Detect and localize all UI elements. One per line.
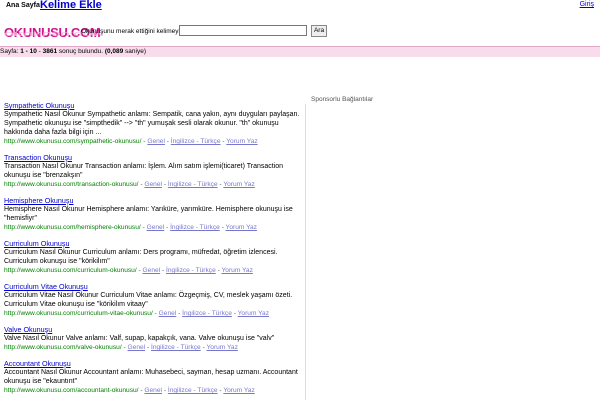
category-general-link[interactable]: Genel [143, 267, 161, 274]
page-prefix: Sayfa: [0, 48, 21, 55]
category-english-turkish-link[interactable]: İngilizce - Türkçe [182, 310, 232, 317]
result-meta: http://www.okunusu.com/curriculum-okunus… [4, 267, 253, 274]
search-button[interactable]: Ara [311, 25, 327, 37]
result-total: 3861 [42, 48, 58, 55]
category-english-turkish-link[interactable]: İngilizce - Türkçe [166, 267, 216, 274]
result-snippet: Valve Nasıl Okunur Valve anlamı: Valf, s… [4, 335, 275, 342]
result-snippet: Hemisphere Nasıl Okunur Hemisphere anlam… [4, 206, 293, 222]
result-title-link[interactable]: Curriculum Okunuşu [4, 239, 304, 248]
result-meta: http://www.okunusu.com/sympathetic-okunu… [4, 138, 258, 145]
result-item: Transaction Okunuşu Transaction Nasıl Ok… [4, 153, 304, 189]
result-title-link[interactable]: Valve Okunuşu [4, 325, 304, 334]
result-meta: http://www.okunusu.com/accountant-okunus… [4, 387, 255, 394]
result-url[interactable]: http://www.okunusu.com/curriculum-vitae-… [4, 310, 153, 317]
result-title-link[interactable]: Sympathetic Okunuşu [4, 101, 304, 110]
write-comment-link[interactable]: Yorum Yaz [226, 138, 257, 145]
login-link[interactable]: Giriş [580, 1, 594, 8]
sponsored-links-label: Sponsorlu Bağlantılar [311, 96, 374, 103]
result-url[interactable]: http://www.okunusu.com/curriculum-okunus… [4, 267, 137, 274]
result-snippet: Accountant Nasıl Okunur Accountant anlam… [4, 369, 298, 385]
site-logo[interactable]: OKUNUSU.COM OKUNUSU.COM [4, 26, 104, 44]
result-meta: http://www.okunusu.com/curriculum-vitae-… [4, 310, 270, 317]
result-item: Hemisphere Okunuşu Hemisphere Nasıl Okun… [4, 196, 304, 232]
result-meta: http://www.okunusu.com/transaction-okunu… [4, 181, 255, 188]
result-title-link[interactable]: Accountant Okunuşu [4, 359, 304, 368]
result-url[interactable]: http://www.okunusu.com/transaction-okunu… [4, 181, 139, 188]
result-meta: http://www.okunusu.com/hemisphere-okunus… [4, 224, 257, 231]
results-list: Sympathetic Okunuşu Sympathetic Nasıl Ok… [4, 101, 304, 402]
result-meta: http://www.okunusu.com/valve-okunusu/ - … [4, 344, 238, 351]
result-item: Accountant Okunuşu Accountant Nasıl Okun… [4, 359, 304, 395]
column-divider [305, 104, 306, 400]
category-english-turkish-link[interactable]: İngilizce - Türkçe [168, 181, 218, 188]
category-general-link[interactable]: Genel [147, 138, 165, 145]
result-snippet: Curriculum Nasıl Okunur Curriculum anlam… [4, 249, 278, 265]
write-comment-link[interactable]: Yorum Yaz [226, 224, 257, 231]
search-time: (0,089 [104, 48, 124, 55]
result-url[interactable]: http://www.okunusu.com/valve-okunusu/ [4, 344, 122, 351]
result-snippet: Sympathetic Nasıl Okunur Sympathetic anl… [4, 111, 300, 136]
result-title-link[interactable]: Hemisphere Okunuşu [4, 196, 304, 205]
result-snippet: Curriculum Vitae Nasıl Okunur Curriculum… [4, 292, 293, 308]
category-english-turkish-link[interactable]: İngilizce - Türkçe [170, 224, 220, 231]
result-item: Curriculum Vitae Okunuşu Curriculum Vita… [4, 282, 304, 318]
result-item: Sympathetic Okunuşu Sympathetic Nasıl Ok… [4, 101, 304, 146]
time-suffix: saniye) [123, 48, 147, 55]
page-range: 1 - 10 [20, 48, 37, 55]
add-word-link[interactable]: Kelime Ekle [40, 0, 102, 11]
search-header: OKUNUSU.COM OKUNUSU.COM Okunuşunu merak … [0, 24, 600, 44]
results-summary-bar: Sayfa: 1 - 10 - 3861 sonuç bulundu. (0,0… [0, 46, 600, 57]
result-title-link[interactable]: Curriculum Vitae Okunuşu [4, 282, 304, 291]
write-comment-link[interactable]: Yorum Yaz [223, 387, 254, 394]
category-general-link[interactable]: Genel [144, 387, 162, 394]
write-comment-link[interactable]: Yorum Yaz [238, 310, 269, 317]
top-navigation: Ana Sayfa Kelime Ekle Giriş [0, 0, 600, 12]
category-general-link[interactable]: Genel [128, 344, 146, 351]
category-general-link[interactable]: Genel [147, 224, 165, 231]
write-comment-link[interactable]: Yorum Yaz [206, 344, 237, 351]
home-link[interactable]: Ana Sayfa [6, 2, 40, 9]
write-comment-link[interactable]: Yorum Yaz [222, 267, 253, 274]
result-snippet: Transaction Nasıl Okunur Transaction anl… [4, 163, 284, 179]
category-general-link[interactable]: Genel [144, 181, 162, 188]
result-url[interactable]: http://www.okunusu.com/accountant-okunus… [4, 387, 139, 394]
result-url[interactable]: http://www.okunusu.com/hemisphere-okunus… [4, 224, 141, 231]
found-text: sonuç bulundu. [57, 48, 105, 55]
category-general-link[interactable]: Genel [159, 310, 177, 317]
category-english-turkish-link[interactable]: İngilizce - Türkçe [151, 344, 201, 351]
result-title-link[interactable]: Transaction Okunuşu [4, 153, 304, 162]
result-item: Curriculum Okunuşu Curriculum Nasıl Okun… [4, 239, 304, 275]
category-english-turkish-link[interactable]: İngilizce - Türkçe [168, 387, 218, 394]
result-item: Valve Okunuşu Valve Nasıl Okunur Valve a… [4, 325, 304, 352]
result-url[interactable]: http://www.okunusu.com/sympathetic-okunu… [4, 138, 141, 145]
write-comment-link[interactable]: Yorum Yaz [223, 181, 254, 188]
category-english-turkish-link[interactable]: İngilizce - Türkçe [171, 138, 221, 145]
search-input[interactable] [179, 25, 307, 36]
